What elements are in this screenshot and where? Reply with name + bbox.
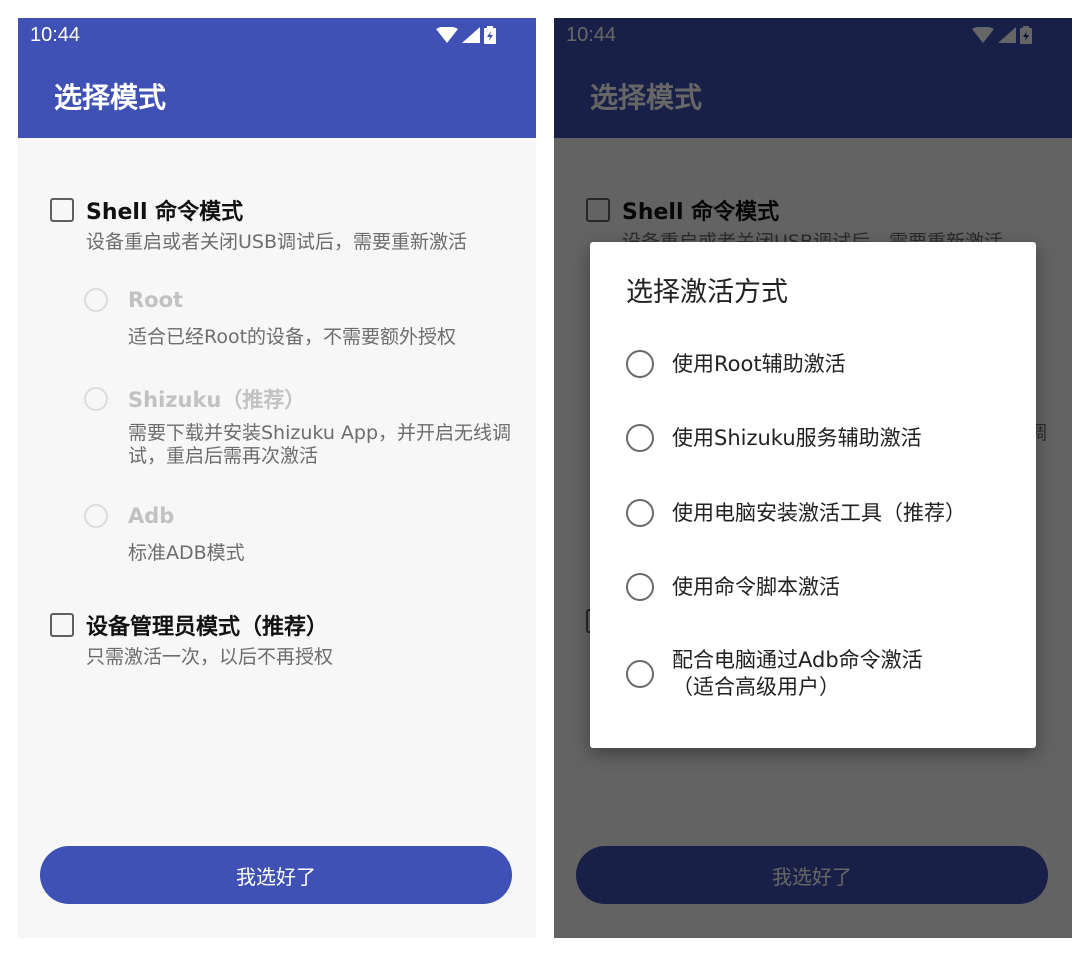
radio-adb-label: Adb — [128, 504, 175, 528]
confirm-button[interactable]: 我选好了 — [40, 846, 512, 904]
radio-circle[interactable] — [84, 504, 108, 528]
radio-shizuku[interactable]: Shizuku（推荐） — [84, 384, 305, 414]
radio-adb-desc: 标准ADB模式 — [128, 542, 245, 564]
phone-screen-mode-select: 选择模式 10:44 Shell 命令模式 设备重启或者关闭USB调试后，需要重… — [18, 18, 536, 938]
content: Shell 命令模式 设备重启或者关闭USB调试后，需要重新激活 Root 适合… — [18, 138, 536, 938]
radio-circle[interactable] — [84, 288, 108, 312]
device-admin-label: 设备管理员模式（推荐） — [86, 615, 329, 640]
dialog-option-root[interactable]: 使用Root辅助激活 — [626, 350, 1016, 378]
battery-charging-icon — [484, 26, 496, 44]
option-label: 使用命令脚本激活 — [672, 574, 840, 599]
radio-circle[interactable] — [626, 499, 654, 527]
option-label: 使用Root辅助激活 — [672, 351, 846, 376]
radio-circle[interactable] — [626, 660, 654, 688]
cell-signal-icon — [462, 27, 480, 43]
radio-adb[interactable]: Adb — [84, 504, 174, 528]
shell-mode-label: Shell 命令模式 — [86, 200, 244, 225]
status-icons — [436, 26, 496, 44]
shell-mode-checkbox-row[interactable]: Shell 命令模式 — [50, 194, 243, 226]
shell-mode-desc: 设备重启或者关闭USB调试后，需要重新激活 — [86, 231, 468, 253]
dialog-option-pc-tool[interactable]: 使用电脑安装激活工具（推荐） — [626, 499, 1016, 527]
dialog-option-shizuku[interactable]: 使用Shizuku服务辅助激活 — [626, 424, 1016, 452]
device-admin-checkbox-row[interactable]: 设备管理员模式（推荐） — [50, 609, 328, 641]
shell-mode-checkbox[interactable] — [50, 198, 74, 222]
dialog-option-adb[interactable]: 配合电脑通过Adb命令激活（适合高级用户） — [626, 647, 956, 701]
device-admin-checkbox[interactable] — [50, 613, 74, 637]
dialog-title: 选择激活方式 — [626, 277, 788, 308]
radio-circle[interactable] — [626, 573, 654, 601]
radio-circle[interactable] — [84, 387, 108, 411]
status-time: 10:44 — [30, 24, 81, 46]
page-title: 选择模式 — [54, 81, 167, 114]
radio-shizuku-desc: 需要下载并安装Shizuku App，并开启无线调试，重启后需再次激活 — [128, 422, 512, 467]
radio-root-desc: 适合已经Root的设备，不需要额外授权 — [128, 326, 457, 348]
radio-circle[interactable] — [626, 424, 654, 452]
activation-method-dialog: 选择激活方式 使用Root辅助激活 使用Shizuku服务辅助激活 使用电脑安装… — [590, 242, 1036, 748]
radio-root[interactable]: Root — [84, 288, 183, 312]
status-bar: 10:44 — [18, 18, 536, 54]
device-admin-desc: 只需激活一次，以后不再授权 — [86, 646, 334, 668]
option-label: 使用Shizuku服务辅助激活 — [672, 425, 922, 450]
radio-shizuku-label: Shizuku（推荐） — [128, 388, 306, 412]
radio-circle[interactable] — [626, 350, 654, 378]
dialog-option-script[interactable]: 使用命令脚本激活 — [626, 573, 1016, 601]
radio-root-label: Root — [128, 288, 184, 312]
wifi-icon — [436, 27, 458, 43]
phone-screen-dialog: 选择模式 10:44 Shell 命令模式 设备重启或者关闭USB调试后，需要重… — [554, 18, 1072, 938]
option-label: 使用电脑安装激活工具（推荐） — [672, 500, 966, 525]
option-label: 配合电脑通过Adb命令激活（适合高级用户） — [672, 648, 923, 699]
